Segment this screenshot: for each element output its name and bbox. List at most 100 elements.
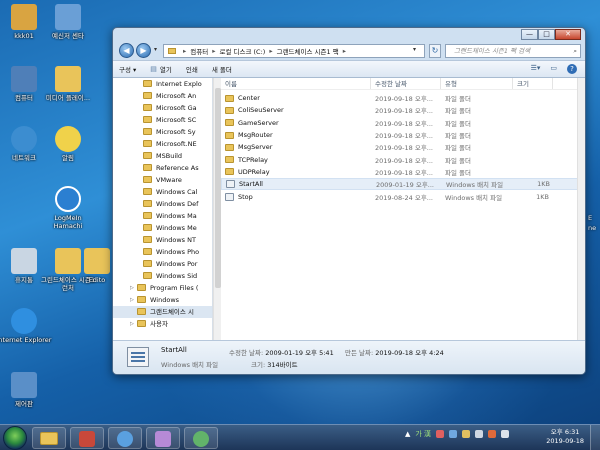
tray-volume-icon[interactable] xyxy=(501,430,510,438)
show-desktop-button[interactable] xyxy=(590,425,600,450)
details-modified: 수정한 날짜: 2009-01-19 오후 5:41 xyxy=(229,349,334,357)
taskbar-app-explorer[interactable] xyxy=(32,427,66,449)
file-row-selected[interactable]: StartAll 2009-01-19 오후... Windows 배치 파일 … xyxy=(221,178,585,191)
nav-item[interactable]: Windows Sid xyxy=(113,270,212,282)
nav-item[interactable]: ▷ 사용자 xyxy=(113,318,212,330)
organize-button[interactable]: 구성 ▾ xyxy=(119,64,136,74)
window-controls: — □ ✕ xyxy=(521,29,581,40)
nav-item[interactable]: VMware xyxy=(113,174,212,186)
nav-item[interactable]: Microsoft Sy xyxy=(113,126,212,138)
column-modified[interactable]: 수정한 날짜 xyxy=(371,78,441,89)
refresh-button[interactable]: ↻ xyxy=(429,44,441,58)
messenger-icon xyxy=(55,4,81,30)
clock-time: 오후 6:31 xyxy=(550,428,580,436)
nav-item[interactable]: Internet Explo xyxy=(113,78,212,90)
desktop-icon-hamachi[interactable]: LogMeIn Hamachi xyxy=(40,186,96,230)
column-type[interactable]: 유형 xyxy=(441,78,513,89)
desktop-icon-control-panel[interactable]: 제어판 xyxy=(0,372,52,408)
taskbar-app-character[interactable] xyxy=(146,427,180,449)
file-row[interactable]: MsgServer 2019-09-18 오후... 파일 폴더 xyxy=(221,141,585,153)
details-file-type: Windows 배치 파일 xyxy=(161,361,219,369)
tray-app-icon[interactable] xyxy=(488,430,497,438)
nav-item[interactable]: MSBuild xyxy=(113,150,212,162)
back-button[interactable]: ◀ xyxy=(119,43,134,58)
media-player-icon xyxy=(55,66,81,92)
forward-button[interactable]: ▶ xyxy=(136,43,151,58)
taskbar-app-game[interactable] xyxy=(70,427,104,449)
tray-network-icon[interactable] xyxy=(475,430,484,438)
tray-flag-icon[interactable] xyxy=(462,430,471,438)
nav-item[interactable]: Microsoft.NE xyxy=(113,138,212,150)
refresh-icon: ↻ xyxy=(431,46,439,55)
column-size[interactable]: 크기 xyxy=(513,78,553,89)
nav-item[interactable]: Microsoft Ga xyxy=(113,102,212,114)
folder-icon xyxy=(143,200,152,207)
clock[interactable]: 오후 6:31 2019-09-18 xyxy=(546,428,584,446)
address-dropdown-icon[interactable]: ▾ xyxy=(413,46,416,53)
folder-icon xyxy=(143,236,152,243)
breadcrumb-computer[interactable]: 컴퓨터 xyxy=(190,46,208,56)
tray-expand-icon[interactable]: ▲ xyxy=(405,430,410,438)
file-row[interactable]: GameServer 2019-09-18 오후... 파일 폴더 xyxy=(221,117,585,129)
desktop-icon-alert[interactable]: 알림 xyxy=(40,126,96,162)
search-input[interactable]: 그랜드체이스 시즌1 팩 검색 ⌕ xyxy=(445,44,581,58)
tray-help-icon[interactable] xyxy=(449,430,458,438)
desktop-icon-editor[interactable]: Edito xyxy=(82,248,112,284)
nav-item-selected[interactable]: 그랜드체이스 시 xyxy=(113,306,212,318)
open-button[interactable]: ▤ 열기 xyxy=(150,64,172,74)
address-bar-row: ◀ ▶ ▾ ▸ 컴퓨터 ▸ 로컬 디스크 (C:) ▸ 그랜드체이스 시즌1 팩… xyxy=(113,42,585,60)
preview-pane-icon[interactable]: ▭ xyxy=(550,64,557,74)
nav-item[interactable]: ▷ Program Files ( xyxy=(113,282,212,294)
new-folder-button[interactable]: 새 폴더 xyxy=(212,64,232,74)
nav-item[interactable]: Windows Por xyxy=(113,258,212,270)
nav-item[interactable]: Windows Pho xyxy=(113,246,212,258)
print-button[interactable]: 인쇄 xyxy=(186,64,198,74)
recycle-bin-icon xyxy=(11,248,37,274)
ime-indicator[interactable]: 가 漢 xyxy=(415,429,431,439)
network-icon xyxy=(11,126,37,152)
nav-item[interactable]: ▷ Windows xyxy=(113,294,212,306)
file-row[interactable]: TCPRelay 2019-09-18 오후... 파일 폴더 xyxy=(221,153,585,165)
nav-item[interactable]: Reference As xyxy=(113,162,212,174)
start-button[interactable] xyxy=(3,426,27,450)
nav-pane-scrollbar[interactable] xyxy=(213,78,221,340)
close-button[interactable]: ✕ xyxy=(555,29,581,40)
nav-item[interactable]: Windows Cal xyxy=(113,186,212,198)
nav-item[interactable]: Windows Def xyxy=(113,198,212,210)
expand-arrow-icon[interactable]: ▷ xyxy=(130,282,134,294)
breadcrumb-local-disk[interactable]: 로컬 디스크 (C:) xyxy=(219,46,265,56)
taskbar-app-messenger[interactable] xyxy=(108,427,142,449)
nav-item[interactable]: Microsoft An xyxy=(113,90,212,102)
column-name[interactable]: 이름 xyxy=(221,78,371,89)
file-row[interactable]: Center 2019-09-18 오후... 파일 폴더 xyxy=(221,92,585,104)
desktop-icon-internet-explorer[interactable]: Internet Explorer xyxy=(0,308,52,344)
game-folder-icon xyxy=(55,248,81,274)
new-folder-label: 새 폴더 xyxy=(211,66,232,74)
help-icon[interactable]: ? xyxy=(567,64,577,74)
minimize-button[interactable]: — xyxy=(521,29,538,40)
tray-ime-options-icon[interactable] xyxy=(436,430,445,438)
title-bar[interactable]: — □ ✕ xyxy=(113,28,585,42)
history-dropdown-icon[interactable]: ▾ xyxy=(154,46,157,53)
desktop-icon-media-player[interactable]: 미디어 플레이... xyxy=(40,66,96,102)
file-row[interactable]: UDPRelay 2019-09-18 오후... 파일 폴더 xyxy=(221,166,585,178)
nav-item[interactable]: Microsoft SC xyxy=(113,114,212,126)
view-options-icon[interactable]: ☰▾ xyxy=(531,64,541,74)
maximize-button[interactable]: □ xyxy=(538,29,555,40)
file-row[interactable]: MsgRouter 2019-09-18 오후... 파일 폴더 xyxy=(221,129,585,141)
address-box[interactable]: ▸ 컴퓨터 ▸ 로컬 디스크 (C:) ▸ 그랜드체이스 시즌1 팩 ▸ xyxy=(163,44,425,58)
details-pane: StartAll Windows 배치 파일 수정한 날짜: 2009-01-1… xyxy=(113,340,585,374)
file-list-scrollbar[interactable] xyxy=(577,78,585,340)
expand-arrow-icon[interactable]: ▷ xyxy=(130,318,134,330)
open-icon: ▤ xyxy=(150,65,157,73)
expand-arrow-icon[interactable]: ▷ xyxy=(130,294,134,306)
file-row[interactable]: Stop 2019-08-24 오후... Windows 배치 파일 1KB xyxy=(221,190,585,202)
taskbar-app-users[interactable] xyxy=(184,427,218,449)
desktop-icon-messenger[interactable]: 예신저 센타 xyxy=(40,4,96,40)
nav-item[interactable]: Windows NT xyxy=(113,234,212,246)
file-row[interactable]: ColiSeuServer 2019-09-18 오후... 파일 폴더 xyxy=(221,104,585,116)
nav-item[interactable]: Windows Ma xyxy=(113,210,212,222)
breadcrumb-current-folder[interactable]: 그랜드체이스 시즌1 팩 xyxy=(277,46,339,56)
nav-item[interactable]: Windows Me xyxy=(113,222,212,234)
folder-icon xyxy=(143,116,152,123)
